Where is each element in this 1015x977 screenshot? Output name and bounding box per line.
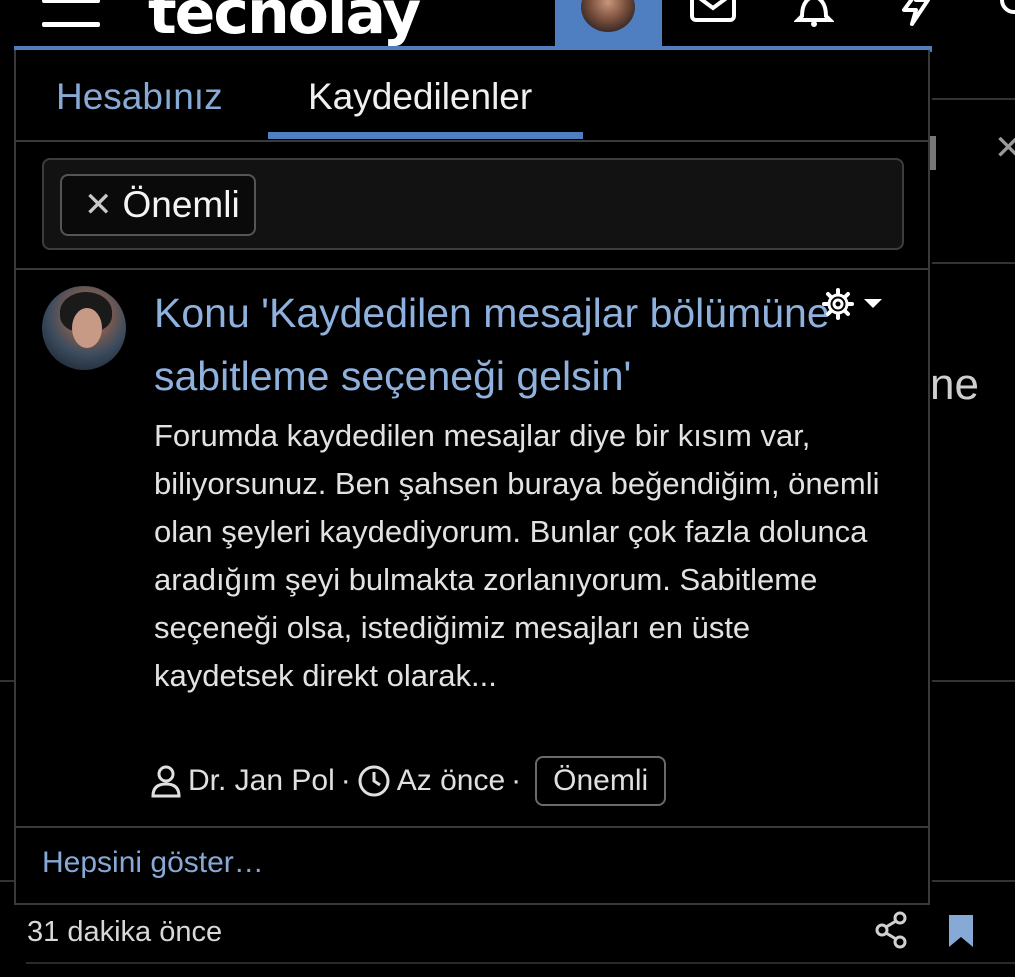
- site-logo[interactable]: tecnolay: [148, 0, 421, 48]
- filter-chip[interactable]: ✕ Önemli: [60, 174, 256, 236]
- remove-tag-icon[interactable]: ✕: [84, 188, 113, 222]
- panel-tabs: Hesabınız Kaydedilenler: [16, 50, 930, 142]
- active-tab-indicator: [268, 132, 583, 139]
- top-navigation-bar: tecnolay: [0, 0, 1015, 48]
- chevron-down-icon: [864, 299, 882, 308]
- account-menu-button[interactable]: [555, 0, 662, 48]
- user-avatar: [581, 0, 635, 32]
- search-icon[interactable]: [996, 0, 1015, 27]
- account-dropdown-panel: Hesabınız Kaydedilenler ✕ Önemli Konu 'K…: [14, 50, 930, 905]
- background-divider: [26, 962, 1015, 964]
- bell-icon[interactable]: [793, 0, 835, 33]
- author-link[interactable]: Dr. Jan Pol: [188, 764, 335, 798]
- background-divider: [932, 880, 1015, 882]
- tag-badge[interactable]: Önemli: [535, 756, 667, 806]
- background-divider: [932, 98, 1015, 100]
- meta-separator: ·: [511, 764, 522, 797]
- background-text-fragment: ne: [930, 360, 979, 409]
- tab-saved[interactable]: Kaydedilenler: [308, 76, 532, 118]
- background-close-icon[interactable]: ✕: [994, 128, 1015, 168]
- clock-icon: [358, 765, 390, 797]
- lightning-icon[interactable]: [898, 0, 934, 31]
- meta-separator: ·: [340, 764, 351, 797]
- bookmark-icon[interactable]: [946, 912, 976, 955]
- show-all-link[interactable]: Hepsini göster…: [42, 846, 264, 880]
- divider: [16, 268, 930, 270]
- background-divider: [932, 262, 1015, 264]
- saved-item-snippet: Forumda kaydedilen mesajlar diye bir kıs…: [154, 418, 880, 693]
- tab-account[interactable]: Hesabınız: [56, 76, 223, 118]
- background-divider: [0, 680, 14, 682]
- divider: [16, 826, 930, 828]
- avatar-face: [72, 308, 102, 348]
- background-text-fragment: [930, 136, 936, 170]
- user-icon: [151, 765, 181, 798]
- post-timestamp: 31 dakika önce: [27, 916, 223, 948]
- tag-filter-input[interactable]: ✕ Önemli: [42, 158, 904, 250]
- gear-icon: [822, 288, 882, 320]
- background-divider: [932, 680, 1015, 682]
- saved-time[interactable]: Az önce: [397, 764, 505, 798]
- share-icon[interactable]: [874, 910, 908, 955]
- menu-icon[interactable]: [42, 0, 102, 32]
- author-avatar[interactable]: [42, 286, 126, 370]
- mail-icon[interactable]: [690, 0, 736, 27]
- saved-item-title[interactable]: Konu 'Kaydedilen mesajlar bölümüne sabit…: [154, 282, 894, 408]
- item-options-menu[interactable]: [820, 286, 890, 322]
- filter-chip-label: Önemli: [122, 184, 240, 225]
- saved-item-meta: Dr. Jan Pol · Az önce · Önemli: [150, 754, 667, 808]
- background-divider: [0, 880, 14, 882]
